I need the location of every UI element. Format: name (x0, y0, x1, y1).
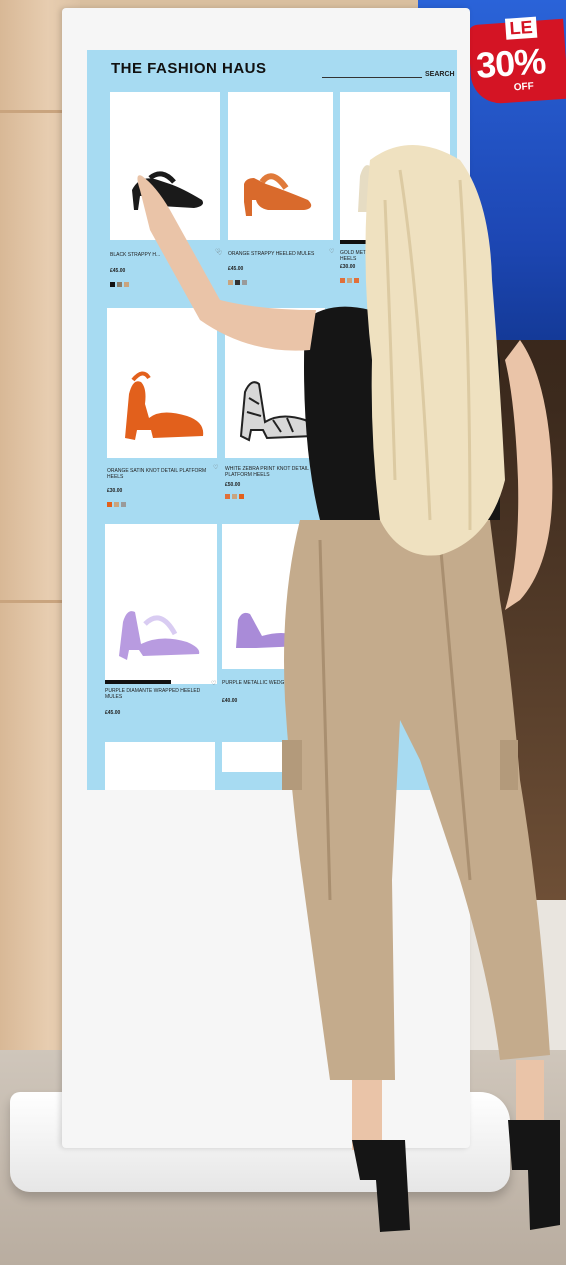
sale-badge: LE 30% OFF (467, 16, 566, 106)
color-swatch[interactable] (232, 494, 237, 499)
product-card[interactable] (222, 524, 322, 669)
product-card[interactable] (105, 524, 217, 684)
product-name: WHITE ZEBRA PRINT KNOT DETAIL PLATFORM H… (225, 466, 309, 478)
color-swatch[interactable] (235, 280, 240, 285)
purple-mule-image (119, 611, 200, 660)
color-swatch[interactable] (121, 502, 126, 507)
product-price: £40.00 (222, 698, 238, 704)
wishlist-heart-icon[interactable]: ♡ (217, 250, 222, 257)
product-price: £30.00 (340, 264, 356, 270)
product-price: £45.00 (110, 268, 126, 274)
sale-text: LE (504, 16, 538, 40)
product-name: PURPLE METALLIC WEDG... (222, 680, 289, 686)
product-price: £45.00 (228, 266, 244, 272)
product-card[interactable] (110, 92, 220, 240)
product-card[interactable] (225, 308, 325, 458)
wishlist-heart-icon[interactable]: ♡ (211, 680, 216, 687)
orange-platform-heel-image (125, 371, 204, 440)
sale-off: OFF (513, 80, 535, 94)
product-name: PURPLE DIAMANTE WRAPPED HEELED MULES (105, 688, 201, 700)
gold-heel-image (358, 165, 380, 212)
product-name: ORANGE STRAPPY HEELED MULES (228, 251, 315, 257)
product-price: £30.00 (107, 488, 123, 494)
new-in-tag (105, 680, 171, 684)
color-swatch[interactable] (117, 282, 122, 287)
product-card[interactable] (105, 742, 215, 790)
product-name: BLACK STRAPPY H... (110, 252, 161, 258)
zebra-heel-image (239, 381, 316, 442)
product-card[interactable] (222, 742, 322, 772)
brand-title: THE FASHION HAUS (111, 60, 267, 77)
search-button[interactable]: SEARCH (425, 71, 455, 78)
color-swatch[interactable] (124, 282, 129, 287)
kiosk-display[interactable]: THE FASHION HAUS SEARCH ♡ BLACK STRAPPY … (87, 50, 457, 790)
color-swatch[interactable] (239, 494, 244, 499)
orange-mule-image (244, 173, 312, 216)
black-sandal-image (132, 171, 203, 210)
color-swatch[interactable] (340, 278, 345, 283)
product-name: ORANGE SATIN KNOT DETAIL PLATFORM HEELS (107, 468, 207, 480)
wishlist-heart-icon[interactable]: ♡ (213, 464, 218, 471)
color-swatch[interactable] (354, 278, 359, 283)
sale-percent: 30% (474, 40, 547, 86)
product-price: £50.00 (225, 482, 241, 488)
color-swatch[interactable] (225, 494, 230, 499)
color-swatch[interactable] (110, 282, 115, 287)
color-swatch[interactable] (228, 280, 233, 285)
color-swatch[interactable] (242, 280, 247, 285)
color-swatch[interactable] (107, 502, 112, 507)
product-card[interactable] (107, 308, 217, 458)
color-swatch[interactable] (114, 502, 119, 507)
product-price: £45.00 (105, 710, 121, 716)
search-underline (322, 77, 422, 78)
product-card[interactable] (228, 92, 333, 240)
wishlist-heart-icon[interactable]: ♡ (329, 248, 334, 255)
product-name: GOLD METAL... HEELS (340, 250, 377, 262)
color-swatch[interactable] (347, 278, 352, 283)
product-card[interactable] (340, 92, 450, 240)
scene: LE 30% OFF THE FASHION HAUS SEARCH ♡ BLA… (0, 0, 566, 1265)
purple-wedge-image (236, 612, 302, 648)
new-in-tag (340, 240, 370, 244)
